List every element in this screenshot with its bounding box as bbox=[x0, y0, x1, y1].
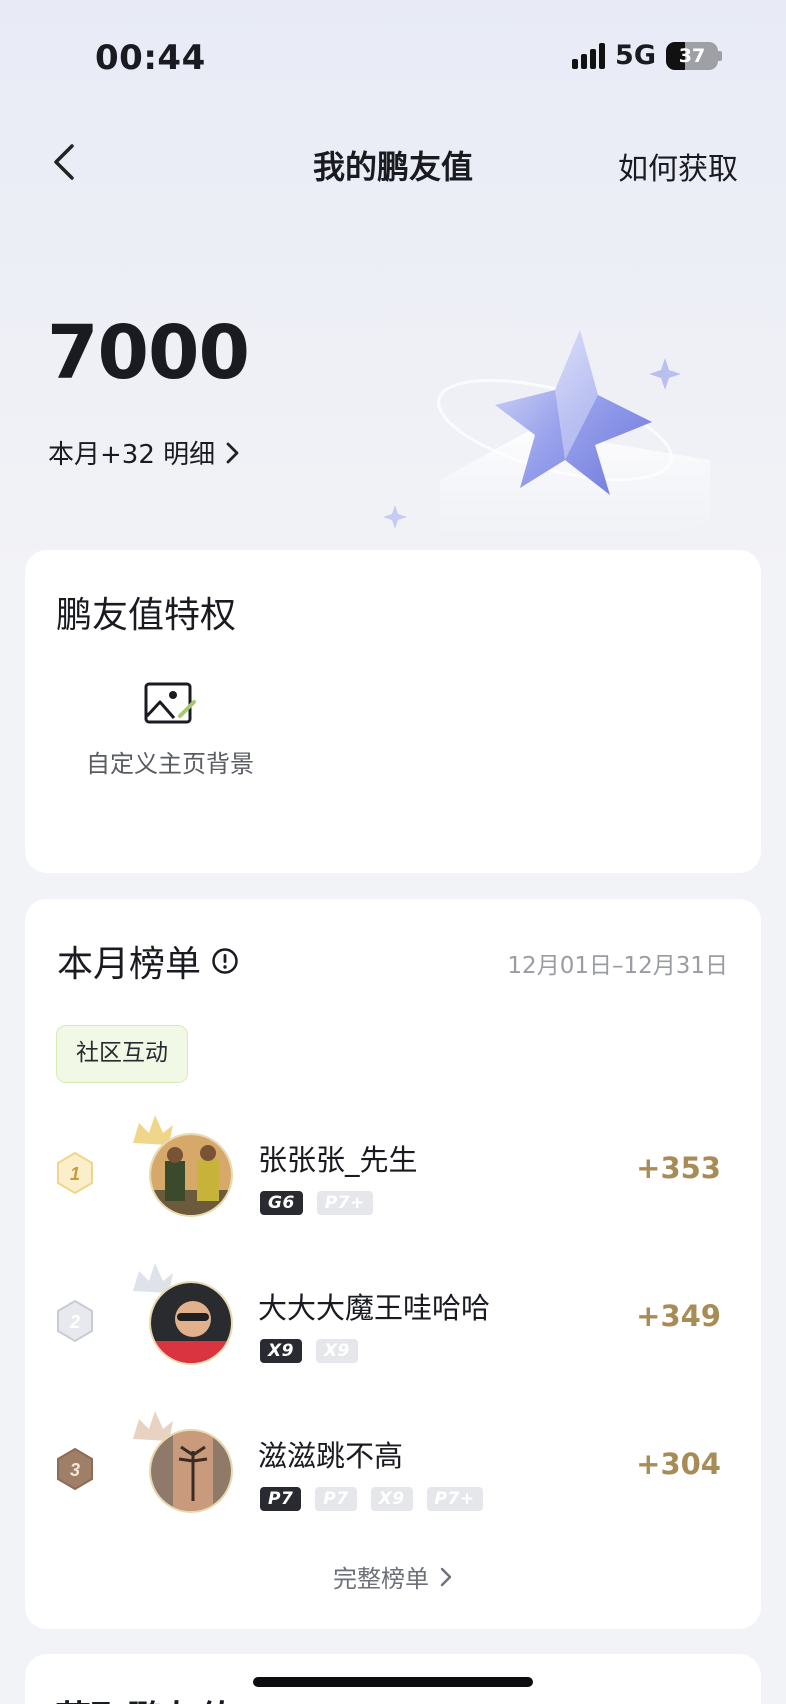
ranking-row[interactable]: 3 滋滋跳不高 P7 P7 X9 P7+ +304 bbox=[25, 1411, 761, 1519]
home-indicator[interactable] bbox=[253, 1677, 533, 1687]
rank-2-medal-icon: 2 bbox=[57, 1299, 93, 1343]
rank-1-medal-icon: 1 bbox=[57, 1151, 93, 1195]
privilege-custom-background[interactable]: 自定义主页背景 bbox=[80, 680, 260, 779]
full-ranking-label: 完整榜单 bbox=[333, 1565, 429, 1593]
car-badge: X9 bbox=[315, 1339, 358, 1363]
privilege-label: 自定义主页背景 bbox=[86, 750, 254, 778]
avatar-wrap[interactable] bbox=[133, 1263, 235, 1371]
full-ranking-link[interactable]: 完整榜单 bbox=[25, 1559, 761, 1594]
car-badge: P7 bbox=[260, 1487, 302, 1511]
car-badge: G6 bbox=[260, 1191, 303, 1215]
avatar bbox=[149, 1429, 233, 1513]
car-badge: X9 bbox=[370, 1487, 413, 1511]
car-badge: P7+ bbox=[426, 1487, 483, 1511]
star-illustration bbox=[383, 330, 710, 560]
avatar bbox=[149, 1133, 233, 1217]
avatar-wrap[interactable] bbox=[133, 1411, 235, 1519]
how-to-earn-link[interactable]: 如何获取 bbox=[618, 144, 738, 188]
ranking-row[interactable]: 2 大大大魔王哇哈哈 X9 X9 +349 bbox=[25, 1263, 761, 1371]
privileges-title: 鹏友值特权 bbox=[56, 595, 237, 636]
earn-points-title: 获取鹏友值 bbox=[55, 1690, 235, 1704]
avatar-wrap[interactable] bbox=[133, 1115, 235, 1223]
rank-3-medal-icon: 3 bbox=[57, 1447, 93, 1491]
battery-nub bbox=[718, 50, 722, 61]
score: +353 bbox=[636, 1151, 721, 1185]
monthly-detail-label: 本月+32 明细 bbox=[48, 440, 216, 470]
score: +349 bbox=[636, 1299, 721, 1333]
status-time: 00:44 bbox=[95, 38, 206, 78]
ranking-title: 本月榜单 bbox=[57, 944, 202, 985]
monthly-detail-link[interactable]: 本月+32 明细 bbox=[48, 434, 241, 471]
user-name: 滋滋跳不高 bbox=[258, 1439, 404, 1473]
car-badge: P7 bbox=[315, 1487, 357, 1511]
car-badges: G6 P7+ bbox=[260, 1191, 373, 1215]
car-badge: P7+ bbox=[316, 1191, 373, 1215]
ranking-header: 本月榜单 bbox=[57, 935, 239, 987]
points-value: 7000 bbox=[47, 310, 250, 396]
score: +304 bbox=[636, 1447, 721, 1481]
signal-icon bbox=[572, 42, 606, 69]
car-badges: X9 X9 bbox=[260, 1339, 358, 1363]
ranking-card: 本月榜单 12月01日–12月31日 社区互动 1 张张张_先生 G6 P7+ … bbox=[25, 899, 761, 1629]
rank-number: 2 bbox=[69, 1312, 80, 1332]
car-badge: X9 bbox=[260, 1339, 302, 1363]
image-edit-icon bbox=[140, 680, 200, 728]
avatar bbox=[149, 1281, 233, 1365]
battery-icon: 37 bbox=[666, 41, 718, 70]
chevron-right-icon bbox=[226, 442, 239, 463]
battery-level: 37 bbox=[678, 44, 706, 67]
ranking-row[interactable]: 1 张张张_先生 G6 P7+ +353 bbox=[25, 1115, 761, 1223]
ranking-date-range: 12月01日–12月31日 bbox=[507, 953, 728, 979]
car-badges: P7 P7 X9 P7+ bbox=[260, 1487, 483, 1511]
rank-number: 3 bbox=[70, 1460, 80, 1480]
user-name: 大大大魔王哇哈哈 bbox=[258, 1291, 491, 1325]
network-label: 5G bbox=[615, 40, 656, 71]
info-icon[interactable] bbox=[211, 947, 239, 975]
user-name: 张张张_先生 bbox=[258, 1143, 418, 1177]
rank-number: 1 bbox=[70, 1164, 80, 1184]
chevron-right-icon bbox=[440, 1567, 452, 1586]
tab-community-interaction[interactable]: 社区互动 bbox=[56, 1025, 188, 1083]
status-icons: 5G 37 bbox=[572, 40, 722, 71]
privileges-card: 鹏友值特权 自定义主页背景 bbox=[25, 550, 761, 873]
